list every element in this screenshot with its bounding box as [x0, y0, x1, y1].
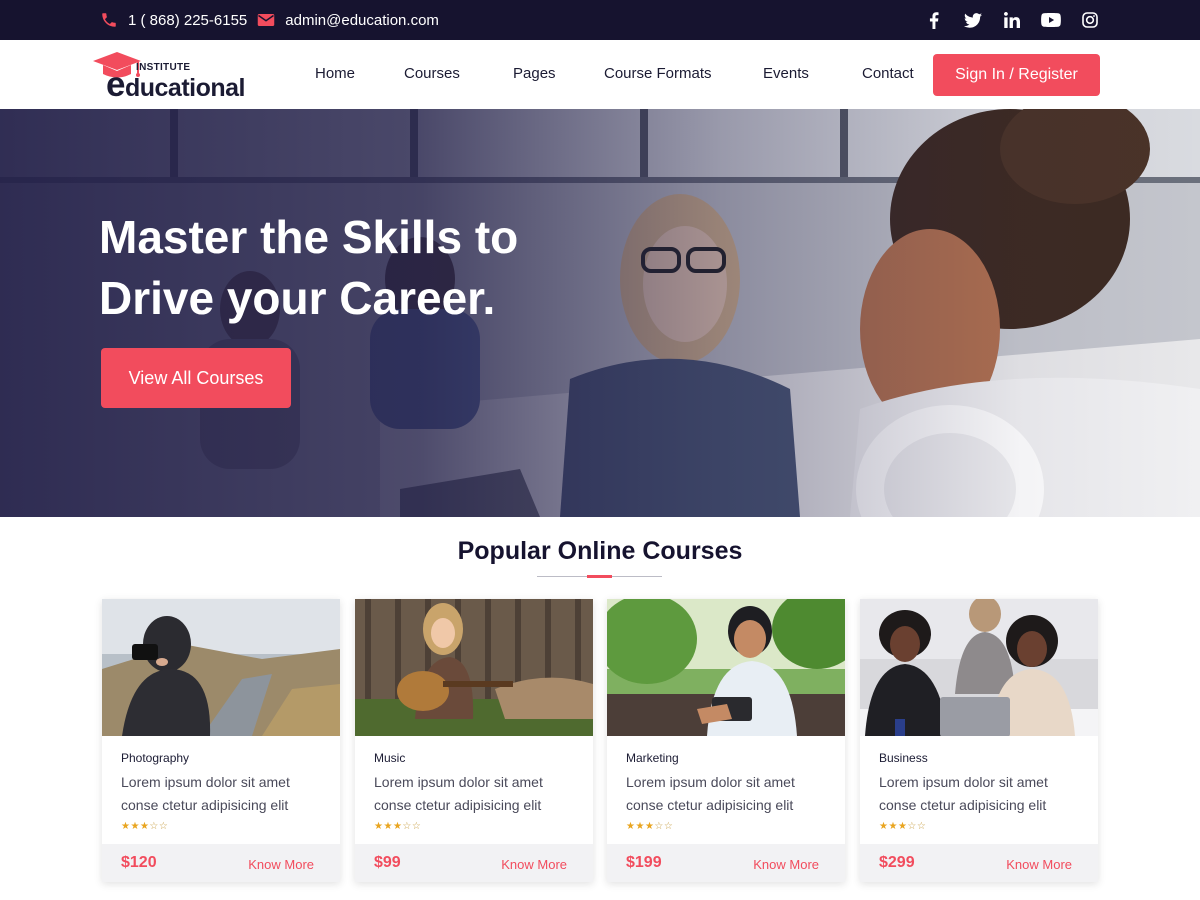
- course-description-line-1: Lorem ipsum dolor sit amet: [121, 774, 290, 790]
- star-rating: ★★★☆☆: [626, 821, 673, 832]
- know-more-link[interactable]: Know More: [248, 857, 314, 872]
- course-category: Business: [879, 751, 928, 765]
- top-bar: 1 ( 868) 225-6155 admin@education.com: [0, 0, 1200, 40]
- phone-number: 1 ( 868) 225-6155: [128, 11, 248, 29]
- star-empty-icon: ☆: [916, 821, 927, 832]
- star-filled-icon: ★: [888, 821, 898, 832]
- course-description: Lorem ipsum dolor sit amet conse ctetur …: [626, 771, 836, 817]
- course-footer: $299 Know More: [860, 844, 1098, 882]
- star-rating: ★★★☆☆: [879, 821, 926, 832]
- course-image-marketing: [607, 599, 845, 736]
- know-more-link[interactable]: Know More: [501, 857, 567, 872]
- star-filled-icon: ★: [897, 821, 908, 832]
- site-logo[interactable]: INSTITUTE educational: [92, 46, 262, 104]
- course-card-marketing[interactable]: Marketing Lorem ipsum dolor sit amet con…: [607, 599, 845, 882]
- email-address: admin@education.com: [285, 11, 439, 29]
- star-rating: ★★★☆☆: [121, 821, 168, 832]
- youtube-icon[interactable]: [1041, 10, 1061, 30]
- course-description-line-2: conse ctetur adipisicing elit: [879, 797, 1047, 813]
- course-description: Lorem ipsum dolor sit amet conse ctetur …: [879, 771, 1089, 817]
- course-card-music[interactable]: Music Lorem ipsum dolor sit amet conse c…: [355, 599, 593, 882]
- course-footer: $99 Know More: [355, 844, 593, 882]
- phone-contact[interactable]: 1 ( 868) 225-6155: [100, 11, 247, 29]
- hero-heading: Master the Skills to Drive your Career.: [99, 207, 579, 329]
- course-image-photography: [102, 599, 340, 736]
- email-contact[interactable]: admin@education.com: [257, 12, 439, 29]
- course-price: $99: [374, 854, 401, 871]
- course-price: $120: [121, 854, 157, 871]
- linkedin-icon[interactable]: [1002, 10, 1022, 30]
- course-description-line-2: conse ctetur adipisicing elit: [121, 797, 289, 813]
- facebook-icon[interactable]: [924, 10, 944, 30]
- social-links: [905, 0, 1100, 40]
- course-description-line-1: Lorem ipsum dolor sit amet: [374, 774, 543, 790]
- nav-contact[interactable]: Contact: [862, 65, 914, 82]
- nav-events[interactable]: Events: [763, 65, 809, 82]
- nav-pages[interactable]: Pages: [513, 65, 556, 82]
- star-filled-icon: ★: [635, 821, 645, 832]
- course-image-music: [355, 599, 593, 736]
- hero-heading-line-1: Master the Skills to: [99, 211, 519, 263]
- logo-brand-rest: ducational: [124, 74, 246, 102]
- course-category: Photography: [121, 751, 190, 765]
- course-category: Music: [374, 751, 406, 765]
- phone-icon: [102, 13, 116, 27]
- course-card-photography[interactable]: Photography Lorem ipsum dolor sit amet c…: [102, 599, 340, 882]
- star-filled-icon: ★: [130, 821, 140, 832]
- star-rating: ★★★☆☆: [374, 821, 421, 832]
- course-price: $199: [626, 854, 662, 871]
- course-description-line-1: Lorem ipsum dolor sit amet: [879, 774, 1048, 790]
- contact-info: 1 ( 868) 225-6155 admin@education.com: [100, 0, 449, 40]
- instagram-icon[interactable]: [1080, 10, 1100, 30]
- hero-banner: Master the Skills to Drive your Career. …: [0, 109, 1200, 517]
- know-more-link[interactable]: Know More: [1006, 857, 1072, 872]
- star-empty-icon: ☆: [149, 821, 159, 832]
- sign-in-register-button[interactable]: Sign In / Register: [933, 54, 1100, 96]
- star-empty-icon: ☆: [402, 821, 412, 832]
- logo-brand-initial: e: [106, 65, 125, 104]
- star-filled-icon: ★: [644, 821, 655, 832]
- star-empty-icon: ☆: [411, 821, 422, 832]
- twitter-icon[interactable]: [963, 10, 983, 30]
- title-divider-accent: [587, 575, 612, 578]
- course-description-line-1: Lorem ipsum dolor sit amet: [626, 774, 795, 790]
- star-empty-icon: ☆: [907, 821, 917, 832]
- section-title: Popular Online Courses: [457, 537, 743, 565]
- star-empty-icon: ☆: [654, 821, 664, 832]
- course-footer: $120 Know More: [102, 844, 340, 882]
- course-description-line-2: conse ctetur adipisicing elit: [374, 797, 542, 813]
- hero-heading-line-2: Drive your Career.: [99, 272, 496, 324]
- course-description-line-2: conse ctetur adipisicing elit: [626, 797, 794, 813]
- view-all-courses-button[interactable]: View All Courses: [101, 348, 291, 408]
- know-more-link[interactable]: Know More: [753, 857, 819, 872]
- logo-brand-text: educational: [106, 67, 246, 103]
- envelope-icon: [258, 14, 275, 26]
- star-filled-icon: ★: [383, 821, 393, 832]
- star-empty-icon: ☆: [158, 821, 169, 832]
- main-header: INSTITUTE educational Home Courses Pages…: [0, 40, 1200, 109]
- nav-courses[interactable]: Courses: [404, 65, 460, 82]
- course-card-business[interactable]: Business Lorem ipsum dolor sit amet cons…: [860, 599, 1098, 882]
- course-price: $299: [879, 854, 915, 871]
- star-filled-icon: ★: [392, 821, 403, 832]
- star-filled-icon: ★: [139, 821, 150, 832]
- course-image-business: [860, 599, 1098, 736]
- course-description: Lorem ipsum dolor sit amet conse ctetur …: [374, 771, 584, 817]
- star-empty-icon: ☆: [663, 821, 674, 832]
- nav-course-formats[interactable]: Course Formats: [604, 65, 712, 82]
- nav-home[interactable]: Home: [315, 65, 355, 82]
- course-category: Marketing: [626, 751, 679, 765]
- course-footer: $199 Know More: [607, 844, 845, 882]
- course-description: Lorem ipsum dolor sit amet conse ctetur …: [121, 771, 331, 817]
